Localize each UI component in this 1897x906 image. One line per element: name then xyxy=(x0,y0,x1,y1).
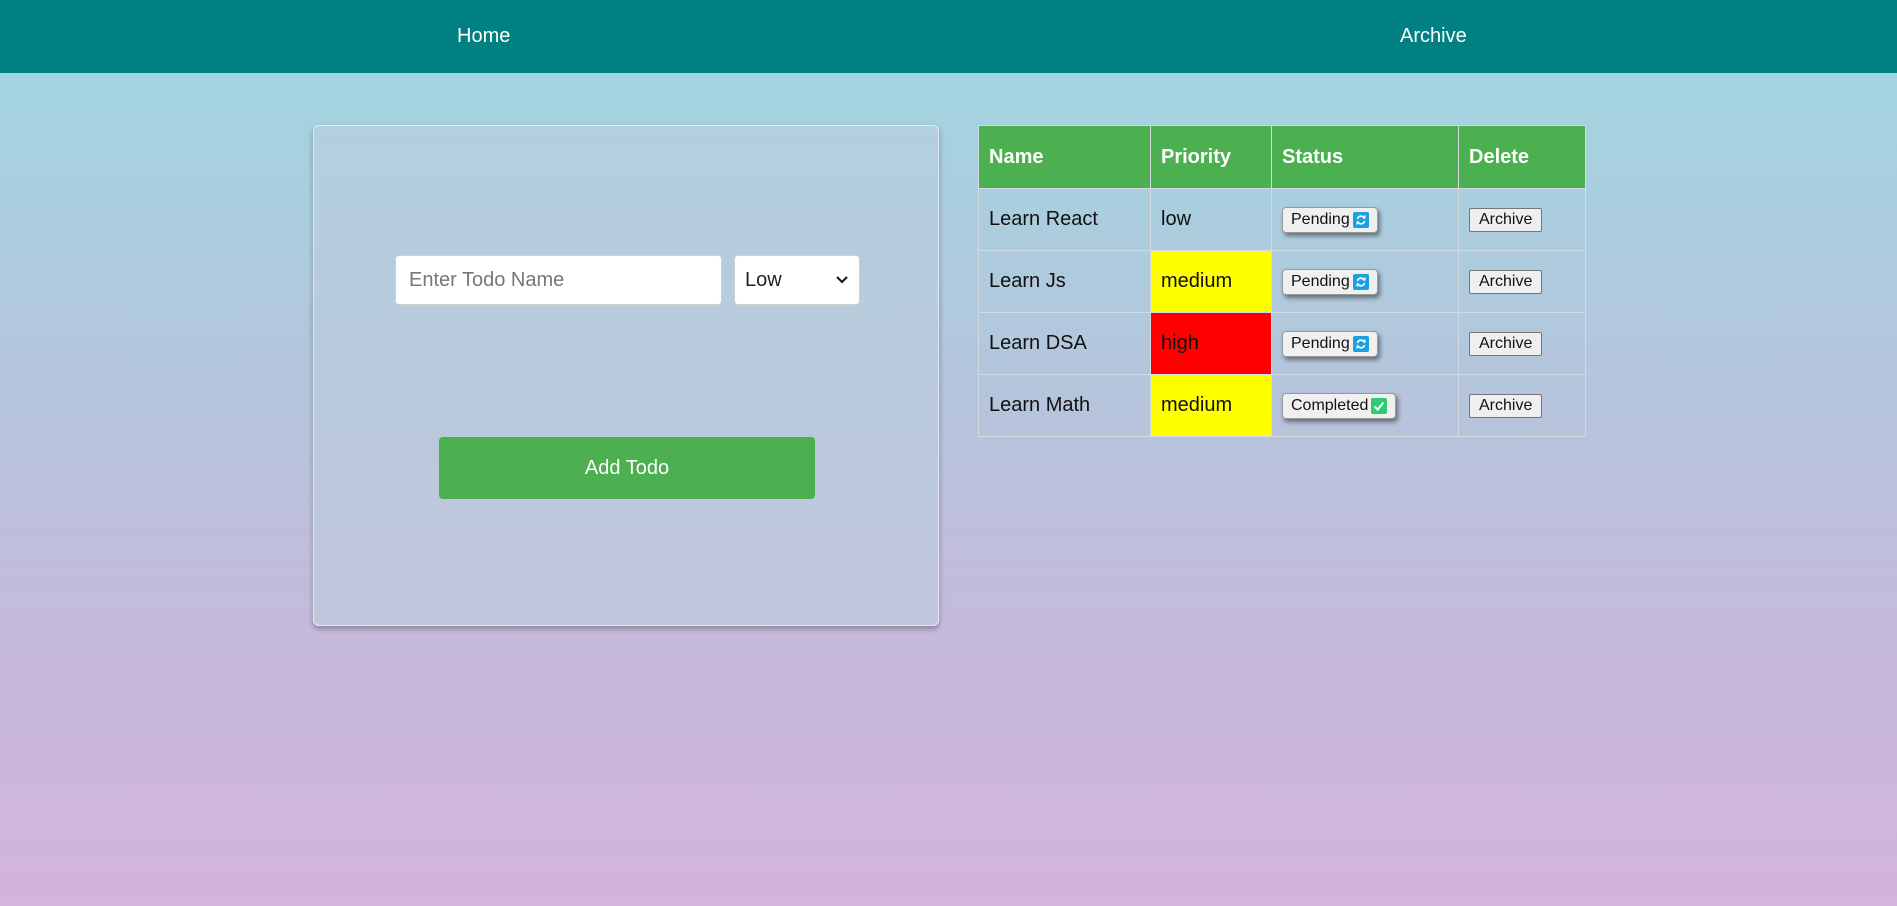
top-navbar: Home Archive xyxy=(0,0,1897,73)
priority-select[interactable]: Low xyxy=(734,255,860,305)
refresh-icon xyxy=(1352,273,1369,290)
header-status: Status xyxy=(1271,125,1459,189)
priority-cell: high xyxy=(1150,312,1272,375)
todo-name-input[interactable] xyxy=(395,255,722,305)
todo-name-cell: Learn React xyxy=(978,188,1151,251)
refresh-icon xyxy=(1352,211,1369,228)
status-toggle-button[interactable]: Pending xyxy=(1282,330,1378,357)
nav-archive-link[interactable]: Archive xyxy=(1400,0,1467,73)
status-cell: Pending xyxy=(1271,312,1459,375)
delete-cell: Archive xyxy=(1458,312,1586,375)
status-cell: Pending xyxy=(1271,250,1459,313)
archive-button[interactable]: Archive xyxy=(1469,332,1543,356)
status-label: Pending xyxy=(1291,272,1350,290)
table-header-row: Name Priority Status Delete xyxy=(978,125,1586,189)
todo-name-cell: Learn DSA xyxy=(978,312,1151,375)
table-row: Learn Math medium Completed Archive xyxy=(978,374,1586,437)
header-priority: Priority xyxy=(1150,125,1272,189)
status-label: Pending xyxy=(1291,334,1350,352)
status-label: Completed xyxy=(1291,396,1369,414)
add-todo-card: Low Add Todo xyxy=(313,125,939,626)
priority-cell: medium xyxy=(1150,250,1272,313)
table-row: Learn DSA high Pending Archive xyxy=(978,312,1586,375)
check-icon xyxy=(1371,397,1388,414)
refresh-icon xyxy=(1352,335,1369,352)
todo-table: Name Priority Status Delete Learn React … xyxy=(978,125,1586,437)
header-name: Name xyxy=(978,125,1151,189)
archive-button[interactable]: Archive xyxy=(1469,394,1543,418)
status-cell: Pending xyxy=(1271,188,1459,251)
status-label: Pending xyxy=(1291,210,1350,228)
add-todo-button[interactable]: Add Todo xyxy=(439,437,815,499)
delete-cell: Archive xyxy=(1458,188,1586,251)
chevron-down-icon xyxy=(835,273,849,287)
table-row: Learn Js medium Pending Archive xyxy=(978,250,1586,313)
nav-home-link[interactable]: Home xyxy=(457,0,510,73)
priority-cell: low xyxy=(1150,188,1272,251)
archive-button[interactable]: Archive xyxy=(1469,208,1543,232)
priority-select-value: Low xyxy=(745,268,782,291)
delete-cell: Archive xyxy=(1458,250,1586,313)
todo-name-cell: Learn Math xyxy=(978,374,1151,437)
table-row: Learn React low Pending Archive xyxy=(978,188,1586,251)
todo-name-cell: Learn Js xyxy=(978,250,1151,313)
status-cell: Completed xyxy=(1271,374,1459,437)
delete-cell: Archive xyxy=(1458,374,1586,437)
status-toggle-button[interactable]: Pending xyxy=(1282,206,1378,233)
archive-button[interactable]: Archive xyxy=(1469,270,1543,294)
priority-cell: medium xyxy=(1150,374,1272,437)
header-delete: Delete xyxy=(1458,125,1586,189)
status-toggle-button[interactable]: Completed xyxy=(1282,392,1397,419)
status-toggle-button[interactable]: Pending xyxy=(1282,268,1378,295)
